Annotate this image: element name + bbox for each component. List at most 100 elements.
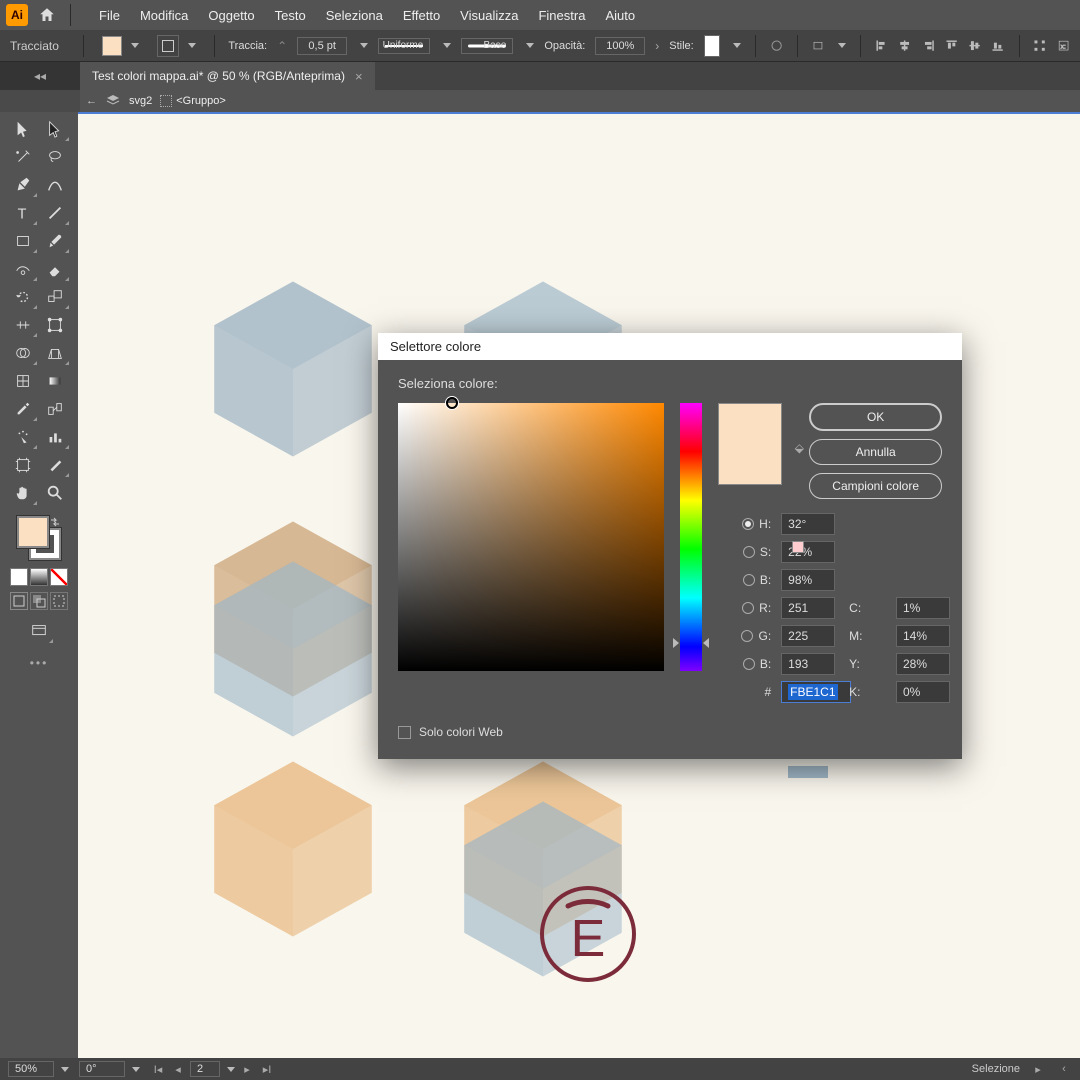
gradient-tool[interactable] [40, 368, 70, 394]
fill-stroke-control[interactable] [17, 516, 61, 560]
close-icon[interactable]: × [355, 69, 363, 84]
column-graph-tool[interactable] [40, 424, 70, 450]
menu-aiuto[interactable]: Aiuto [595, 2, 645, 29]
line-tool[interactable] [40, 200, 70, 226]
align-right-icon[interactable] [922, 37, 935, 55]
slice-tool[interactable] [40, 452, 70, 478]
menu-effetto[interactable]: Effetto [393, 2, 450, 29]
input-y[interactable] [896, 653, 950, 675]
align-center-h-icon[interactable] [898, 37, 911, 55]
selection-tool[interactable] [8, 116, 38, 142]
shaper-tool[interactable] [8, 256, 38, 282]
chevron-down-icon[interactable] [443, 43, 451, 48]
shape-builder-tool[interactable] [8, 340, 38, 366]
artboard-input[interactable] [190, 1061, 220, 1077]
input-m[interactable] [896, 625, 950, 647]
radio-bb[interactable] [743, 658, 755, 670]
magic-wand-tool[interactable] [8, 144, 38, 170]
chevron-down-icon[interactable] [61, 1067, 69, 1072]
recolor-icon[interactable] [770, 37, 783, 55]
chevron-down-icon[interactable] [838, 43, 846, 48]
radio-s[interactable] [743, 546, 755, 558]
draw-inside[interactable] [50, 592, 68, 610]
fill-swatch[interactable] [102, 36, 122, 56]
type-tool[interactable]: T [8, 200, 38, 226]
web-only-checkbox[interactable] [398, 726, 411, 739]
style-swatch[interactable] [704, 35, 721, 57]
stroke-weight-input[interactable] [297, 37, 347, 55]
menu-file[interactable]: File [89, 2, 130, 29]
radio-g[interactable] [741, 630, 753, 642]
crumb-group[interactable]: <Gruppo> [176, 95, 226, 107]
color-field[interactable] [398, 403, 664, 671]
fill-color[interactable] [17, 516, 49, 548]
input-s[interactable] [781, 541, 835, 563]
isolate-icon[interactable]: x: [1057, 37, 1070, 55]
rotation-input[interactable] [79, 1061, 125, 1077]
radio-h[interactable] [742, 518, 754, 530]
edit-toolbar[interactable]: ••• [30, 656, 49, 670]
chevron-down-icon[interactable] [131, 43, 139, 48]
menu-visualizza[interactable]: Visualizza [450, 2, 528, 29]
align-bottom-icon[interactable] [991, 37, 1004, 55]
input-bb[interactable] [781, 653, 835, 675]
mesh-tool[interactable] [8, 368, 38, 394]
prev-page-icon[interactable]: ◂ [170, 1063, 186, 1076]
chevron-down-icon[interactable] [132, 1067, 140, 1072]
color-mode-solid[interactable] [10, 568, 28, 586]
scale-tool[interactable] [40, 284, 70, 310]
paintbrush-tool[interactable] [40, 228, 70, 254]
dash-style[interactable]: Uniforme [378, 38, 430, 54]
zoom-tool[interactable] [40, 480, 70, 506]
panel-toggle[interactable]: ◂◂ [0, 62, 80, 90]
radio-r[interactable] [742, 602, 754, 614]
opacity-input[interactable] [595, 37, 645, 55]
align-top-icon[interactable] [945, 37, 958, 55]
chevron-down-icon[interactable] [733, 43, 741, 48]
cancel-button[interactable]: Annulla [809, 439, 942, 465]
perspective-grid-tool[interactable] [40, 340, 70, 366]
blend-tool[interactable] [40, 396, 70, 422]
menu-oggetto[interactable]: Oggetto [198, 2, 264, 29]
layers-icon[interactable] [105, 93, 121, 109]
zoom-input[interactable] [8, 1061, 54, 1077]
radio-b[interactable] [743, 574, 755, 586]
chevron-down-icon[interactable] [188, 43, 196, 48]
color-mode-none[interactable] [50, 568, 68, 586]
chevron-down-icon[interactable] [227, 1067, 235, 1072]
eyedropper-tool[interactable] [8, 396, 38, 422]
artboard-tool[interactable] [8, 452, 38, 478]
home-icon[interactable] [38, 6, 56, 24]
direct-selection-tool[interactable] [40, 116, 70, 142]
next-page-icon[interactable]: ▸ [239, 1063, 255, 1076]
pen-tool[interactable] [8, 172, 38, 198]
curvature-tool[interactable] [40, 172, 70, 198]
menu-modifica[interactable]: Modifica [130, 2, 198, 29]
chevron-down-icon[interactable] [526, 43, 534, 48]
profile-style[interactable]: Base [461, 38, 513, 54]
align-center-v-icon[interactable] [968, 37, 981, 55]
hand-tool[interactable] [8, 480, 38, 506]
web-safe-swatch[interactable] [792, 541, 804, 553]
stroke-swatch[interactable] [157, 35, 179, 57]
first-page-icon[interactable]: I◂ [150, 1063, 166, 1076]
crumb-layer[interactable]: svg2 [129, 95, 152, 107]
transform-icon[interactable] [1033, 37, 1046, 55]
draw-normal[interactable] [10, 592, 28, 610]
input-b[interactable] [781, 569, 835, 591]
last-page-icon[interactable]: ▸I [259, 1063, 275, 1076]
width-tool[interactable] [8, 312, 38, 338]
color-swatches-button[interactable]: Campioni colore [809, 473, 942, 499]
input-hex[interactable]: FBE1C1 [781, 681, 851, 703]
screen-mode[interactable] [24, 618, 54, 644]
swap-icon[interactable] [49, 516, 61, 528]
out-of-gamut-icon[interactable]: ⬙ [795, 441, 804, 455]
hue-slider[interactable] [680, 403, 702, 671]
status-menu-icon[interactable]: ▸ [1030, 1063, 1046, 1076]
free-transform-tool[interactable] [40, 312, 70, 338]
align-left-icon[interactable] [875, 37, 888, 55]
input-k[interactable] [896, 681, 950, 703]
rotate-tool[interactable] [8, 284, 38, 310]
input-c[interactable] [896, 597, 950, 619]
color-cursor[interactable] [446, 397, 458, 409]
